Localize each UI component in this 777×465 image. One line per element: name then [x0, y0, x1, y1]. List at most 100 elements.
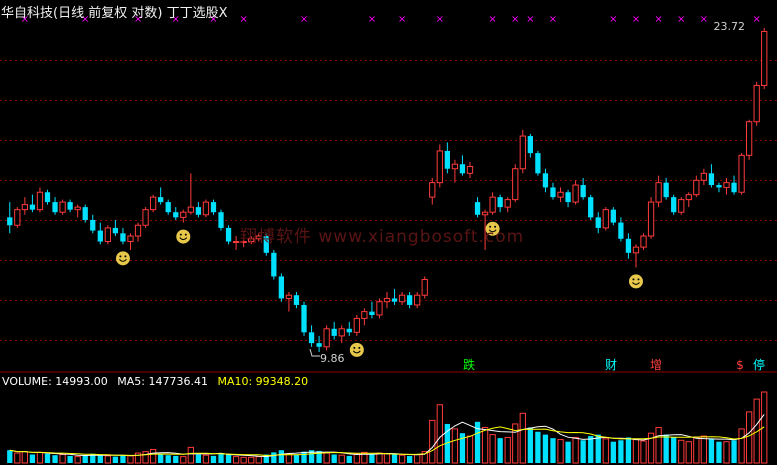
candle-body: [753, 84, 760, 123]
candle-body: [142, 209, 149, 226]
volume-bar: [301, 451, 307, 463]
volume-bar: [429, 419, 436, 464]
volume-bar: [655, 427, 662, 464]
volume-label: VOLUME: 14993.00: [2, 375, 108, 388]
chart-title: 华自科技(日线 前复权 对数) 丁丁选股X: [1, 2, 227, 21]
volume-bar: [693, 436, 700, 464]
candle-body: [436, 150, 443, 184]
indicator-name[interactable]: 丁丁选股X: [167, 6, 228, 21]
volume-bar: [112, 456, 119, 463]
volume-bar: [369, 454, 375, 463]
candle-body: [489, 196, 496, 213]
badge-limit[interactable]: 停: [751, 358, 767, 372]
smiley-icon: [628, 274, 643, 289]
volume-bar: [580, 440, 586, 463]
candle-body: [685, 194, 692, 201]
volume-bar: [134, 452, 142, 464]
volume-bar: [97, 454, 103, 463]
volume-bar: [74, 456, 81, 464]
volume-bar: [565, 441, 571, 463]
candle-body: [504, 199, 511, 208]
candle-body: [398, 294, 406, 303]
volume-bar: [225, 453, 232, 463]
candle-body: [346, 328, 352, 333]
volume-bar: [278, 450, 285, 463]
volume-bar: [44, 453, 51, 463]
volume-bar: [406, 455, 413, 463]
volume-bar: [59, 453, 66, 464]
volume-bar: [671, 437, 677, 463]
badge-drop[interactable]: 跌: [461, 358, 477, 372]
candle-body: [202, 201, 210, 216]
candle-body: [745, 121, 753, 156]
candle-body: [173, 212, 179, 218]
volume-bar: [202, 454, 210, 464]
volume-bar: [376, 452, 383, 464]
volume-bar: [716, 441, 722, 463]
candle-body: [323, 328, 330, 348]
volume-bar: [158, 453, 164, 463]
volume-bar: [557, 439, 564, 464]
candle-body: [602, 209, 609, 229]
candle-body: [67, 202, 73, 210]
volume-bar: [550, 438, 556, 463]
candle-body: [232, 241, 240, 244]
candle-body: [610, 209, 616, 223]
badge-dollar[interactable]: $: [732, 358, 748, 372]
volume-bar: [323, 452, 330, 464]
low-price-label: 9.86: [320, 352, 345, 365]
volume-bar: [248, 456, 255, 464]
candle-body: [565, 192, 571, 203]
badge-finance[interactable]: 财: [603, 358, 619, 372]
candle-body: [451, 163, 459, 170]
volume-bar: [700, 435, 708, 464]
volume-bar: [535, 431, 541, 463]
badge-increase[interactable]: 增: [648, 358, 664, 372]
volume-bar: [82, 455, 88, 463]
volume-bar: [527, 427, 533, 463]
volume-bar: [36, 451, 44, 464]
candlestick-series: [7, 28, 768, 352]
volume-bar: [451, 428, 459, 464]
candle-body: [497, 197, 503, 208]
candle-body: [14, 209, 21, 226]
candle-body: [21, 204, 29, 211]
candle-body: [708, 173, 715, 186]
candle-body: [338, 328, 345, 337]
signal-marker: ×: [526, 14, 534, 25]
candle-body: [512, 168, 519, 201]
volume-bar: [240, 456, 247, 464]
volume-bar: [187, 446, 194, 464]
candle-body: [316, 343, 322, 347]
candle-body: [723, 182, 730, 188]
candle-body: [104, 227, 111, 243]
volume-bar: [383, 453, 391, 464]
signal-marker: ×: [677, 14, 685, 25]
volume-bar: [745, 411, 753, 464]
volume-bar: [436, 404, 443, 464]
candle-body: [414, 294, 421, 306]
candle-body: [180, 211, 187, 218]
candle-body: [165, 202, 171, 213]
volume-bar: [625, 437, 632, 463]
candle-body: [474, 202, 481, 215]
candle-body: [383, 297, 391, 303]
candle-body: [293, 295, 300, 305]
candle-body: [74, 206, 81, 211]
volume-bar: [519, 412, 526, 464]
volume-bar: [180, 456, 187, 464]
signal-marker: ×: [654, 14, 662, 25]
signal-marker: ×: [632, 14, 640, 25]
volume-bar: [504, 436, 511, 464]
signal-marker: ×: [609, 14, 617, 25]
candle-body: [678, 199, 685, 213]
ma10-label: MA10: 99348.20: [217, 375, 309, 388]
candle-body: [120, 233, 126, 242]
candle-body: [353, 317, 360, 333]
candle-body: [640, 235, 647, 248]
candle-body: [29, 204, 36, 210]
volume-bar: [588, 436, 594, 463]
candle-body: [761, 30, 768, 86]
candle-body: [225, 227, 232, 242]
volume-bar: [640, 440, 647, 464]
